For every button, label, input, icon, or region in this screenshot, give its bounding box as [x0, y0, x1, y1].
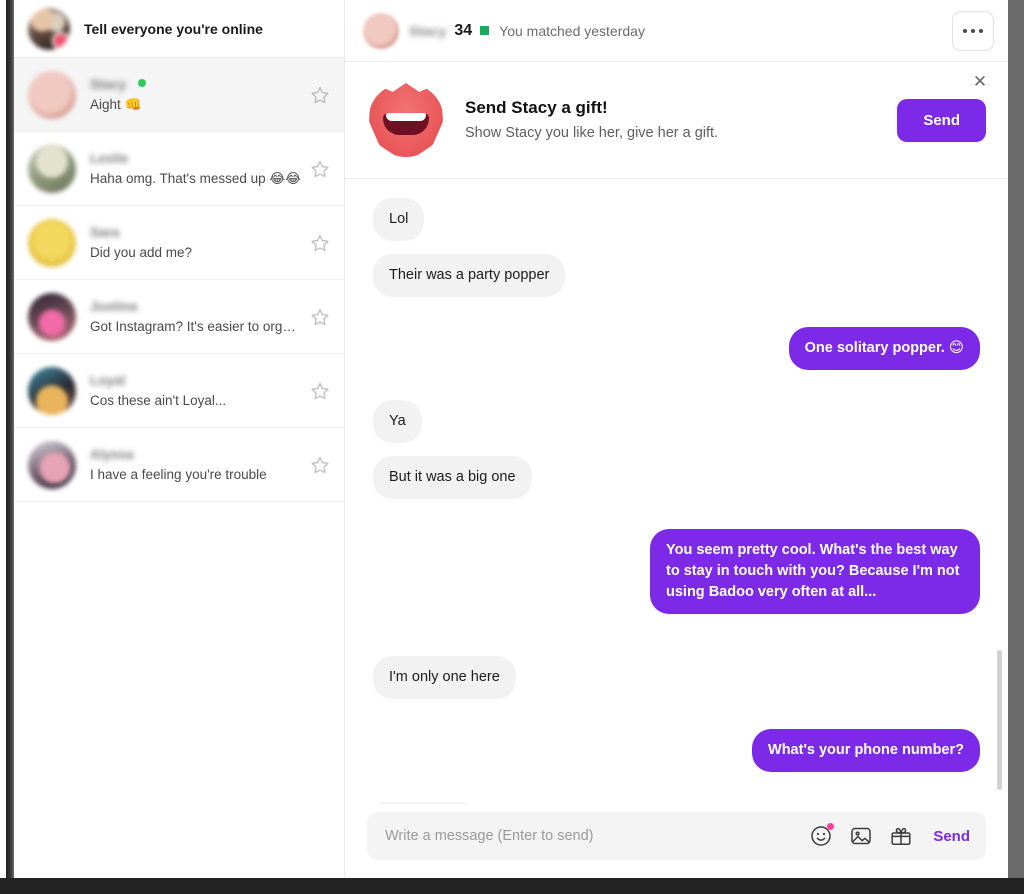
gift-banner-text: Send Stacy a gift! Show Stacy you like h…	[465, 96, 897, 144]
close-icon[interactable]: ✕	[970, 72, 990, 92]
gift-send-button[interactable]: Send	[897, 98, 986, 142]
message-scrollbar[interactable]	[997, 180, 1002, 804]
avatar[interactable]	[363, 12, 399, 49]
message-row: You seem pretty cool. What's the best wa…	[373, 529, 980, 614]
window-frame-bottom	[0, 878, 1024, 894]
message-input[interactable]	[385, 828, 798, 844]
sidebar-item-name: Alyssa	[90, 446, 134, 462]
list-item-body: Leslie Haha omg. That's messed up 😂😂	[90, 150, 302, 188]
send-message-button[interactable]: Send	[933, 828, 970, 845]
favorite-star-icon[interactable]	[310, 233, 330, 253]
avatar	[28, 7, 70, 50]
sidebar-item-name: Loyal	[90, 372, 126, 388]
sidebar-item-name: Leslie	[90, 150, 129, 166]
screen: Tell everyone you're online Stacy Aight …	[0, 0, 1024, 894]
message-bubble-outgoing: One solitary popper. 😊	[788, 327, 980, 370]
sidebar-item-sara[interactable]: Sara Did you add me?	[14, 206, 344, 280]
list-item-body: Justina Got Instagram? It's easier to or…	[90, 298, 302, 336]
smiley-icon[interactable]	[809, 823, 835, 848]
online-dot-icon	[138, 78, 147, 87]
scrollbar-thumb[interactable]	[997, 650, 1002, 790]
message-row: Ya	[373, 400, 980, 443]
message-row: Their was a party popper	[373, 254, 980, 297]
chat-partner-age: 34	[454, 21, 473, 39]
sidebar-item-preview: Aight 👊	[90, 96, 142, 112]
chat-list-sidebar[interactable]: Tell everyone you're online Stacy Aight …	[14, 0, 345, 878]
notification-badge-icon	[52, 31, 70, 50]
sidebar-item-preview: Tell everyone you're online	[84, 20, 263, 37]
favorite-star-icon[interactable]	[310, 159, 330, 179]
message-row: One solitary popper. 😊	[373, 327, 980, 370]
chat-pane: Stacy 34 You matched yesterday Send Stac…	[345, 0, 1008, 878]
message-composer: Send	[345, 804, 1008, 878]
sidebar-item-preview: Got Instagram? It's easier to organi...	[90, 318, 302, 334]
sidebar-item-preview: Did you add me?	[90, 244, 193, 260]
gift-banner-title: Send Stacy a gift!	[465, 98, 608, 117]
sidebar-item-leslie[interactable]: Leslie Haha omg. That's messed up 😂😂	[14, 132, 344, 206]
message-row: But it was a big one	[373, 456, 980, 499]
sidebar-item-loyal[interactable]: Loyal Cos these ain't Loyal...	[14, 354, 344, 428]
sidebar-item-name: Sara	[90, 224, 120, 240]
composer-actions: Send	[809, 823, 970, 848]
composer-field-wrap: Send	[367, 812, 986, 860]
avatar	[28, 440, 76, 489]
sidebar-item-name: Justina	[90, 298, 138, 314]
image-icon[interactable]	[849, 824, 873, 848]
favorite-star-icon[interactable]	[310, 85, 330, 105]
favorite-star-icon[interactable]	[310, 381, 330, 401]
gift-banner-subtitle: Show Stacy you like her, give her a gift…	[465, 125, 719, 141]
favorite-star-icon[interactable]	[310, 455, 330, 475]
app-window: Tell everyone you're online Stacy Aight …	[14, 0, 1008, 878]
message-row: What's your phone number?	[373, 729, 980, 772]
chat-header: Stacy 34 You matched yesterday	[345, 0, 1008, 62]
sidebar-item-preview: Haha omg. That's messed up 😂😂	[90, 170, 301, 186]
message-row: I'm only one here	[373, 656, 980, 699]
list-item-body: Tell everyone you're online	[84, 20, 330, 38]
ellipsis-icon	[963, 29, 983, 33]
avatar	[28, 218, 76, 267]
avatar	[28, 144, 76, 193]
sidebar-item-promo[interactable]: Tell everyone you're online	[14, 0, 344, 58]
message-bubble-incoming: I'm only one here	[373, 656, 516, 699]
favorite-star-icon[interactable]	[310, 307, 330, 327]
chat-partner-name: Stacy	[409, 22, 447, 39]
gift-promo-banner: Send Stacy a gift! Show Stacy you like h…	[345, 62, 1008, 179]
message-bubble-incoming: Their was a party popper	[373, 254, 566, 297]
more-options-button[interactable]	[952, 11, 994, 51]
online-indicator-icon	[480, 26, 490, 35]
sidebar-item-preview: I have a feeling you're trouble	[90, 466, 267, 482]
avatar	[28, 292, 76, 341]
list-item-body: Alyssa I have a feeling you're trouble	[90, 446, 302, 484]
message-bubble-outgoing: You seem pretty cool. What's the best wa…	[650, 529, 980, 614]
message-row: Lol	[373, 198, 980, 241]
avatar	[28, 70, 76, 119]
message-bubble-incoming: Lol	[373, 198, 425, 241]
sidebar-item-preview: Cos these ain't Loyal...	[90, 392, 227, 408]
sidebar-item-name: Stacy	[90, 76, 127, 92]
window-frame-right	[1008, 0, 1024, 878]
message-bubble-outgoing: What's your phone number?	[752, 729, 980, 772]
sidebar-item-alyssa[interactable]: Alyssa I have a feeling you're trouble	[14, 428, 344, 502]
avatar	[28, 366, 76, 415]
list-item-body: Stacy Aight 👊	[90, 76, 302, 114]
sidebar-item-justina[interactable]: Justina Got Instagram? It's easier to or…	[14, 280, 344, 354]
window-frame-shadow	[6, 0, 14, 878]
message-bubble-incoming: But it was a big one	[373, 456, 532, 499]
lips-icon	[369, 83, 443, 157]
gift-icon[interactable]	[889, 824, 913, 848]
message-list: Lol Their was a party popper One solitar…	[345, 180, 1008, 804]
match-status-text: You matched yesterday	[499, 22, 645, 39]
list-item-body: Sara Did you add me?	[90, 224, 302, 262]
message-bubble-incoming: Ya	[373, 400, 422, 443]
sidebar-item-stacy[interactable]: Stacy Aight 👊	[14, 58, 344, 132]
list-item-body: Loyal Cos these ain't Loyal...	[90, 372, 302, 410]
